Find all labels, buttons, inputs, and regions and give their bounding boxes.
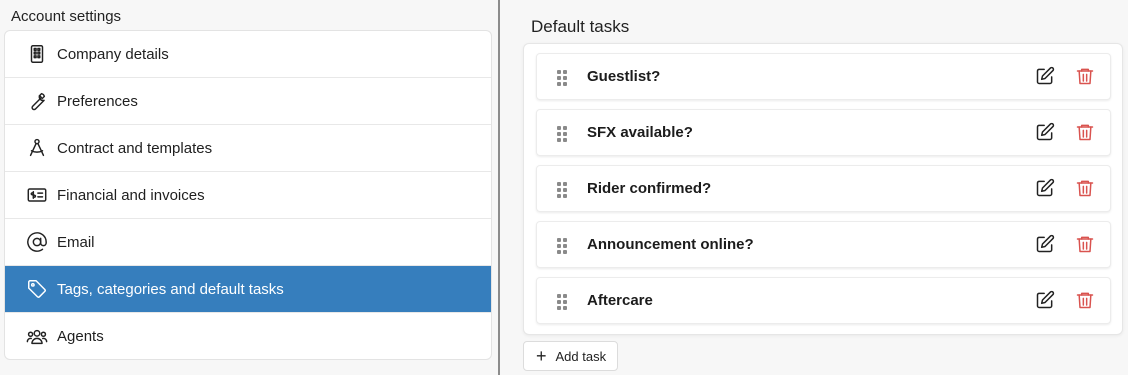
menu-item-label: Company details — [57, 45, 169, 63]
edit-icon[interactable] — [1035, 290, 1055, 310]
task-row: Rider confirmed? — [536, 165, 1111, 212]
menu-item-label: Email — [57, 233, 95, 251]
users-icon — [25, 325, 49, 349]
add-task-label: Add task — [555, 348, 607, 364]
drag-handle-icon[interactable] — [557, 237, 567, 254]
edit-icon[interactable] — [1035, 66, 1055, 86]
compass-icon — [25, 136, 49, 160]
add-task-button[interactable]: + Add task — [523, 341, 618, 371]
settings-sidebar: Account settings Company details Prefere… — [0, 0, 498, 375]
menu-item-label: Agents — [57, 328, 104, 345]
edit-icon[interactable] — [1035, 234, 1055, 254]
default-tasks-panel: Default tasks Guestlist? SFX available? … — [500, 0, 1128, 375]
menu-item-company-details[interactable]: Company details — [5, 31, 491, 78]
task-row: Guestlist? — [536, 53, 1111, 100]
task-label: SFX available? — [587, 124, 693, 141]
money-card-icon — [25, 183, 49, 207]
drag-handle-icon[interactable] — [557, 125, 567, 142]
menu-item-label: Preferences — [57, 92, 138, 110]
menu-item-email[interactable]: Email — [5, 219, 491, 266]
sidebar-title: Account settings — [11, 8, 122, 25]
menu-item-label: Financial and invoices — [57, 186, 205, 204]
drag-handle-icon[interactable] — [557, 69, 567, 86]
trash-icon[interactable] — [1075, 66, 1095, 86]
task-list: Guestlist? SFX available? Rider confirme… — [523, 43, 1123, 335]
trash-icon[interactable] — [1075, 122, 1095, 142]
task-label: Announcement online? — [587, 236, 754, 253]
menu-item-label: Contract and templates — [57, 139, 213, 157]
trash-icon[interactable] — [1075, 178, 1095, 198]
task-row: SFX available? — [536, 109, 1111, 156]
trash-icon[interactable] — [1075, 290, 1095, 310]
menu-item-label: Tags, categories and default tasks — [57, 280, 284, 298]
menu-item-agents[interactable]: Agents — [5, 313, 491, 359]
at-sign-icon — [25, 230, 49, 254]
menu-item-tags-categories-tasks[interactable]: Tags, categories and default tasks — [5, 266, 491, 313]
task-row: Aftercare — [536, 277, 1111, 324]
wrench-icon — [25, 89, 49, 113]
menu-item-preferences[interactable]: Preferences — [5, 78, 491, 125]
task-label: Rider confirmed? — [587, 180, 712, 197]
plus-icon: + — [536, 346, 547, 366]
drag-handle-icon[interactable] — [557, 293, 567, 310]
trash-icon[interactable] — [1075, 234, 1095, 254]
building-icon — [25, 42, 49, 66]
task-label: Aftercare — [587, 292, 653, 309]
edit-icon[interactable] — [1035, 122, 1055, 142]
edit-icon[interactable] — [1035, 178, 1055, 198]
drag-handle-icon[interactable] — [557, 181, 567, 198]
page-title: Default tasks — [531, 17, 630, 36]
menu-item-financial-invoices[interactable]: Financial and invoices — [5, 172, 491, 219]
menu-item-contract-templates[interactable]: Contract and templates — [5, 125, 491, 172]
task-label: Guestlist? — [587, 68, 661, 85]
settings-menu: Company details Preferences Contract and… — [4, 30, 492, 360]
tag-icon — [25, 277, 49, 301]
task-row: Announcement online? — [536, 221, 1111, 268]
